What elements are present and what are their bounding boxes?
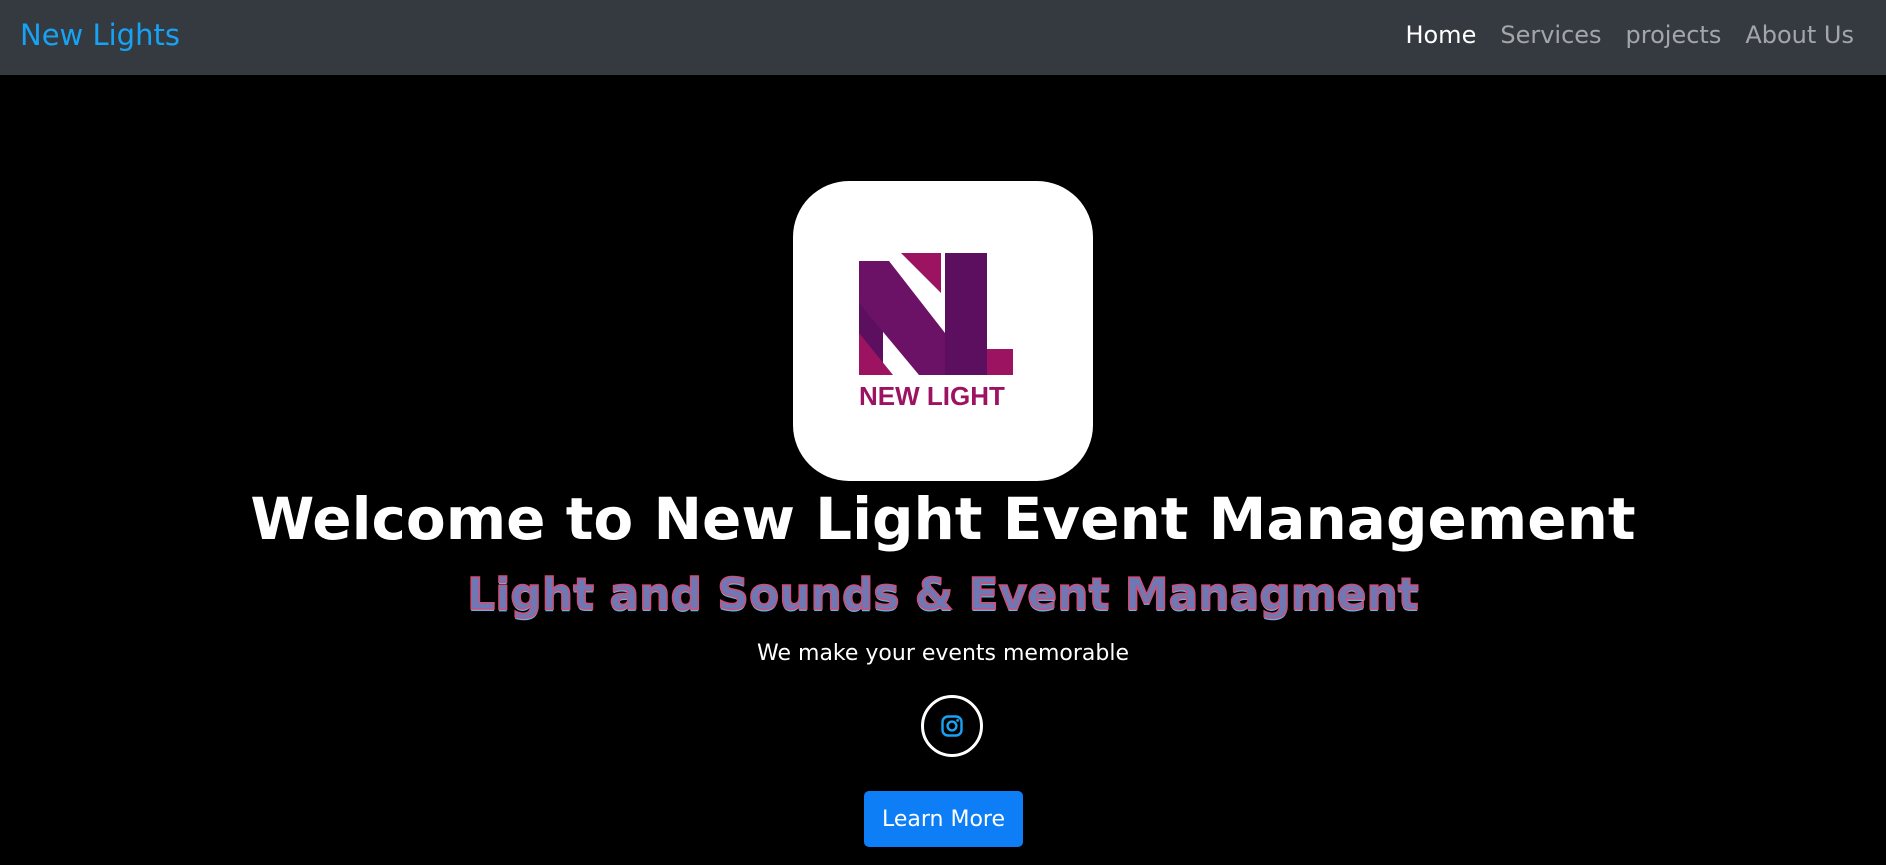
brand-link[interactable]: New Lights [20,0,180,70]
logo-l-foot [987,349,1013,375]
logo-card: NEW LIGHT [793,181,1093,481]
navbar: New Lights Home Services projects About … [0,0,1886,75]
instagram-button[interactable] [921,695,983,757]
nav-link-projects[interactable]: projects [1626,21,1722,49]
hero-tagline: We make your events memorable [757,641,1129,666]
hero-subtitle: Light and Sounds & Event Managment [466,568,1419,621]
logo-text: NEW LIGHT [859,381,1005,411]
new-light-logo: NEW LIGHT [859,253,1013,411]
nav-link-home[interactable]: Home [1405,21,1476,49]
instagram-icon [941,715,963,737]
nav-link-about-us[interactable]: About Us [1745,21,1854,49]
hero-title: Welcome to New Light Event Management [250,485,1636,553]
nav-link-services[interactable]: Services [1500,21,1601,49]
hero-section: NEW LIGHT Welcome to New Light Event Man… [0,75,1886,865]
logo-l-bar [945,253,987,375]
nav-links: Home Services projects About Us [1381,0,1854,70]
learn-more-button[interactable]: Learn More [864,791,1023,847]
